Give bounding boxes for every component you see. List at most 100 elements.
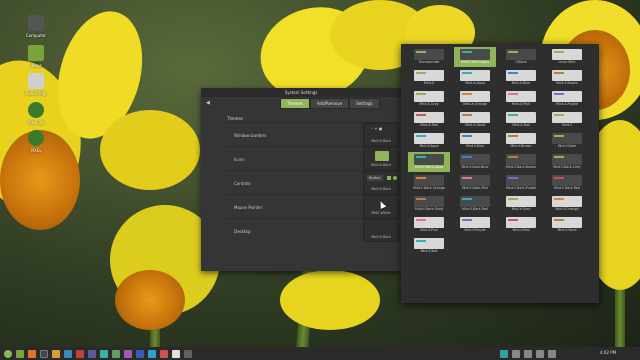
volume-icon[interactable] bbox=[512, 350, 520, 358]
theme-item[interactable]: Linux Mint bbox=[546, 47, 588, 67]
mail-icon[interactable] bbox=[160, 350, 168, 358]
theme-item[interactable]: Mint-X-Teal bbox=[500, 110, 542, 130]
music-icon[interactable] bbox=[124, 350, 132, 358]
theme-item[interactable]: Mint-Y-Dark-Pink bbox=[454, 173, 496, 193]
theme-item[interactable]: Mint-Y-Dark-Red bbox=[546, 173, 588, 193]
theme-item[interactable]: Mint-Y-Dark-Teal bbox=[454, 194, 496, 214]
theme-item[interactable]: Mint-Y-Dark-Blue bbox=[454, 152, 496, 172]
theme-preview bbox=[506, 70, 536, 81]
theme-item[interactable]: Mint-X-Aqua bbox=[454, 68, 496, 88]
theme-item[interactable]: Mint-X-Orange bbox=[454, 89, 496, 109]
theme-accent-bar bbox=[462, 219, 472, 221]
theme-item[interactable]: Mint-Y-Pink bbox=[408, 215, 450, 235]
theme-item[interactable]: Mint-X-Blue bbox=[500, 68, 542, 88]
theme-item[interactable]: Mint-Y-Blue bbox=[454, 131, 496, 151]
theme-item[interactable]: Mint-X bbox=[408, 68, 450, 88]
theme-name: Mint-X-Sand bbox=[465, 123, 485, 127]
theme-preview bbox=[506, 91, 536, 102]
desktop-icon-computer[interactable]: Computer bbox=[20, 15, 52, 38]
flower-trumpet bbox=[115, 270, 185, 330]
notification-icon[interactable] bbox=[548, 350, 556, 358]
desktop-icon-pixel[interactable]: PIXEL bbox=[20, 130, 52, 153]
theme-item[interactable]: Mint-Y-Dark bbox=[546, 131, 588, 151]
theme-preview bbox=[506, 154, 536, 165]
theme-name: Mint-Y-Dark-Blue bbox=[461, 165, 489, 169]
files-icon[interactable] bbox=[16, 350, 24, 358]
theme-item[interactable]: Mint-Y-Dark-Purple bbox=[500, 173, 542, 193]
desktop-icon-readonly[interactable]: Read Only bbox=[20, 73, 52, 96]
bluetooth-icon[interactable] bbox=[536, 350, 544, 358]
theme-item[interactable]: Mint-X-Brown bbox=[546, 68, 588, 88]
radio-icon bbox=[393, 176, 397, 180]
theme-item[interactable]: Mint-Y-Dark-Orange bbox=[408, 173, 450, 193]
theme-item[interactable]: Mint-Y-Orange bbox=[546, 194, 588, 214]
theme-item[interactable]: Unmaximize bbox=[408, 47, 450, 67]
section-title: Themes bbox=[227, 116, 243, 121]
back-arrow-icon[interactable]: ◀ bbox=[206, 100, 210, 106]
desktop-chooser[interactable]: Mint-Y-Dark bbox=[363, 219, 399, 242]
theme-item[interactable]: Mint-X-Pink bbox=[500, 89, 542, 109]
theme-item[interactable]: Mint-X-Sand bbox=[454, 110, 496, 130]
terminal-icon[interactable] bbox=[40, 350, 48, 358]
theme-item[interactable]: Mint-Y-Dark-Aqua bbox=[454, 47, 496, 67]
theme-accent-bar bbox=[462, 72, 472, 74]
theme-accent-bar bbox=[554, 177, 564, 179]
text-editor-icon[interactable] bbox=[64, 350, 72, 358]
video-icon[interactable] bbox=[136, 350, 144, 358]
theme-name: Mint-X-Teal bbox=[512, 123, 530, 127]
theme-preview bbox=[506, 175, 536, 186]
theme-item[interactable]: Mint-Y-Brown bbox=[500, 131, 542, 151]
theme-item[interactable]: Mint-X-Purple bbox=[546, 89, 588, 109]
theme-preview bbox=[506, 112, 536, 123]
menu-icon[interactable] bbox=[4, 350, 12, 358]
image-viewer-icon[interactable] bbox=[76, 350, 84, 358]
software-icon[interactable] bbox=[100, 350, 108, 358]
tab-settings[interactable]: Settings bbox=[349, 98, 380, 109]
controls-chooser[interactable]: Button Mint-Y-Dark bbox=[363, 171, 399, 194]
desktop-icon-home[interactable]: Home bbox=[20, 45, 52, 68]
theme-preview bbox=[460, 91, 490, 102]
folder-icon[interactable] bbox=[52, 350, 60, 358]
window-borders-chooser[interactable]: – + ● Mint-Y-Dark bbox=[363, 123, 399, 146]
theme-item[interactable]: Mint-Y-Dark-Sand bbox=[408, 194, 450, 214]
theme-accent-bar bbox=[554, 51, 564, 53]
theme-preview bbox=[414, 112, 444, 123]
theme-item[interactable]: Mint-Y-Teal bbox=[408, 236, 450, 256]
network-icon[interactable] bbox=[500, 350, 508, 358]
desktop-icon-pixel3a[interactable]: Pixel 3A bbox=[20, 102, 52, 125]
clock[interactable]: 4:02 PM bbox=[600, 350, 616, 355]
theme-item[interactable]: Mint-Y-Red bbox=[500, 215, 542, 235]
theme-preview bbox=[460, 112, 490, 123]
theme-item[interactable]: Mint-Y-Dark-Grey bbox=[546, 152, 588, 172]
theme-accent-bar bbox=[554, 156, 564, 158]
theme-accent-bar bbox=[462, 198, 472, 200]
theme-item[interactable]: Mint-Y-Dark-Brown bbox=[500, 152, 542, 172]
store-icon[interactable] bbox=[184, 350, 192, 358]
theme-item[interactable]: Mint-Y-Aqua bbox=[408, 131, 450, 151]
theme-item[interactable]: CBlack bbox=[500, 47, 542, 67]
theme-item[interactable]: Mint-Y-Dark-Aqua bbox=[408, 152, 450, 172]
theme-item[interactable]: Mint-Y-Grey bbox=[500, 194, 542, 214]
battery-icon[interactable] bbox=[524, 350, 532, 358]
preview-button: Button bbox=[367, 175, 383, 181]
theme-preview bbox=[552, 175, 582, 186]
settings-icon[interactable] bbox=[88, 350, 96, 358]
tab-add-remove[interactable]: Add/Remove bbox=[309, 98, 350, 109]
calendar-icon[interactable] bbox=[172, 350, 180, 358]
theme-item[interactable]: Mint-X-Grey bbox=[408, 89, 450, 109]
theme-chooser-panel: Unmaximize Mint-Y-Dark-Aqua CBlack Linux Mi… bbox=[401, 44, 599, 303]
android-icon bbox=[28, 102, 44, 118]
firefox-icon[interactable] bbox=[28, 350, 36, 358]
system-monitor-icon[interactable] bbox=[112, 350, 120, 358]
row-window-borders: Window borders – + ● Mint-Y-Dark bbox=[226, 122, 401, 146]
chat-icon[interactable] bbox=[148, 350, 156, 358]
theme-item[interactable]: Mint-Y bbox=[546, 110, 588, 130]
android-icon bbox=[28, 130, 44, 146]
theme-item[interactable]: Mint-Y-Purple bbox=[454, 215, 496, 235]
theme-item[interactable]: Mint-Y-Sand bbox=[546, 215, 588, 235]
theme-preview bbox=[414, 175, 444, 186]
icons-chooser[interactable]: Mint-Y-Dark bbox=[363, 147, 399, 170]
theme-preview bbox=[552, 217, 582, 228]
tab-themes[interactable]: Themes bbox=[280, 98, 310, 109]
theme-item[interactable]: Mint-X-Red bbox=[408, 110, 450, 130]
